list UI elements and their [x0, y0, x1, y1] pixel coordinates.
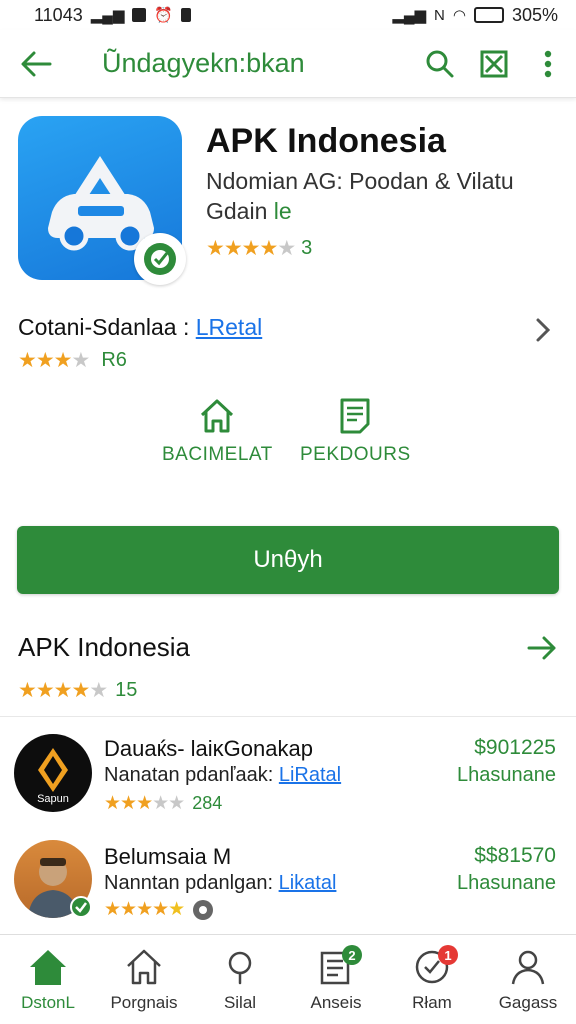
home-outline-icon: [127, 949, 161, 985]
list-item-subtitle-text: Nanntan pdanlgan:: [104, 872, 274, 894]
list-item-subtitle-text: Nanatan pdanľaak:: [104, 764, 274, 786]
list-item-status: Lhasunane: [457, 764, 556, 786]
section-divider: [0, 716, 576, 717]
overflow-menu-button[interactable]: [530, 46, 566, 82]
signal-icon: ▂▄▆: [90, 7, 125, 24]
close-box-icon: [480, 50, 508, 77]
content-stars: ★★★★ R6: [18, 348, 127, 373]
sim-icon: [181, 8, 192, 22]
status-time: 11043: [34, 4, 83, 25]
star-rating-icon: ★★★★: [18, 349, 90, 372]
list-item-rating-count: 284: [192, 793, 223, 813]
nav-label: Rłam: [412, 993, 452, 1012]
list-item-link[interactable]: LiRatal: [279, 764, 341, 786]
action-document[interactable]: PEKDOURS: [300, 396, 411, 466]
nav-item-programs[interactable]: Porgnais: [96, 935, 192, 1024]
list-item-price: $901225: [474, 736, 556, 759]
verified-check-icon: [70, 896, 92, 918]
app-rating-count: 3: [301, 237, 313, 259]
nfc-icon: N: [434, 6, 445, 24]
home-filled-icon: [30, 950, 66, 985]
chevron-right-icon: [536, 318, 551, 342]
app-category-suffix: le: [273, 198, 292, 224]
nav-item-list[interactable]: 2 Anseis: [288, 935, 384, 1024]
star-rating-icon: ★★★★★: [104, 899, 185, 920]
content-rating-link[interactable]: LRetal: [196, 314, 262, 340]
list-item-title: Dauaќs- laiĸGonakap: [104, 736, 313, 761]
action-home[interactable]: BACIMELAT: [162, 396, 273, 466]
list-item-rating: ★★★★★: [104, 898, 214, 921]
nav-label: Anseis: [310, 993, 362, 1012]
search-icon: [228, 951, 252, 985]
bottom-navigation: DstonL Porgnais Silal 2 Anseis 1 Rłam Ga…: [0, 934, 576, 1024]
top-app-bar: Ũndagyekn:bkan: [0, 30, 576, 98]
install-button[interactable]: Unθyh: [17, 526, 559, 594]
content-rating-value: R6: [101, 349, 127, 371]
nav-item-search[interactable]: Silal: [192, 935, 288, 1024]
section-rating: ★★★★★ 15: [18, 678, 137, 703]
page-title: Ũndagyekn:bkan: [102, 48, 305, 78]
section-rating-count: 15: [115, 679, 138, 701]
status-left: 11043 ▂▄▆ ⏰: [34, 4, 192, 26]
verified-badge: [134, 233, 186, 285]
arrow-right-icon[interactable]: [526, 632, 558, 664]
list-item-title: Belumsaia M: [104, 844, 232, 869]
alarm-icon: ⏰: [154, 7, 174, 24]
list-item[interactable]: Sapun Dauaќs- laiĸGonakap Nanatan pdanľa…: [0, 726, 576, 826]
action-home-label: BACIMELAT: [162, 444, 273, 465]
list-item-link[interactable]: Likatal: [279, 872, 337, 894]
verified-check-icon: [144, 243, 176, 275]
nav-label: Silal: [223, 993, 257, 1012]
status-bar: 11043 ▂▄▆ ⏰ ▂▄▆ N ◠ 305%: [0, 0, 576, 30]
avatar: Sapun: [14, 734, 92, 812]
list-item-subtitle: Nanntan pdanlgan: Likatal: [104, 872, 336, 895]
wifi-icon: ◠: [452, 7, 466, 24]
content-rating-row[interactable]: Cotani-Sdanlaa : LRetal ★★★★ R6: [18, 310, 558, 380]
action-document-label: PEKDOURS: [300, 444, 411, 465]
nav-badge: 2: [342, 945, 362, 965]
star-rating-icon: ★★★★★: [206, 237, 296, 260]
back-button[interactable]: [18, 46, 54, 82]
diamond-logo-icon: Sapun: [37, 748, 69, 805]
battery-level: 305%: [511, 4, 558, 25]
app-category: Gdain le: [206, 198, 292, 225]
list-item-rating: ★★★★★ 284: [104, 792, 222, 815]
nav-item-profile[interactable]: Gagass: [480, 935, 576, 1024]
search-icon: [426, 50, 454, 77]
more-vert-icon: [544, 50, 552, 77]
app-rating: ★★★★★ 3: [206, 236, 312, 261]
star-rating-icon: ★★★★★: [18, 679, 108, 702]
nav-label: Gagass: [498, 993, 558, 1012]
home-outline-icon: [201, 399, 234, 433]
content-rating-label: Cotani-Sdanlaa : LRetal: [18, 314, 262, 341]
nav-item-ram[interactable]: 1 Rłam: [384, 935, 480, 1024]
app-category-prefix: Gdain: [206, 198, 268, 224]
star-rating-icon: ★★★★★: [104, 793, 185, 814]
notification-icon: [132, 8, 147, 22]
avatar-text: Sapun: [37, 793, 69, 805]
nav-label: Porgnais: [110, 993, 178, 1012]
app-name: APK Indonesia: [206, 122, 446, 160]
info-dot-icon: [193, 899, 214, 920]
battery-icon: [473, 7, 504, 23]
back-arrow-icon: [21, 51, 52, 76]
nav-badge: 1: [438, 945, 458, 965]
list-item[interactable]: Belumsaia M Nanntan pdanlgan: Likatal ★★…: [0, 834, 576, 934]
search-button[interactable]: [422, 46, 458, 82]
nav-label: DstonL: [21, 993, 75, 1012]
list-item-subtitle: Nanatan pdanľaak: LiRatal: [104, 764, 341, 787]
cell-signal-icon: ▂▄▆: [392, 7, 427, 24]
person-icon: [511, 950, 545, 985]
nav-item-home[interactable]: DstonL: [0, 935, 96, 1024]
status-right: ▂▄▆ N ◠ 305%: [392, 5, 558, 26]
list-item-price: $$81570: [474, 844, 556, 867]
section-title: APK Indonesia: [18, 632, 191, 662]
app-developer[interactable]: Ndomian AG: Poodan & Vilatu: [206, 168, 514, 195]
list-item-status: Lhasunane: [457, 872, 556, 894]
close-box-button[interactable]: [476, 46, 512, 82]
document-icon: [340, 398, 370, 434]
content-rating-text: Cotani-Sdanlaa :: [18, 314, 190, 340]
